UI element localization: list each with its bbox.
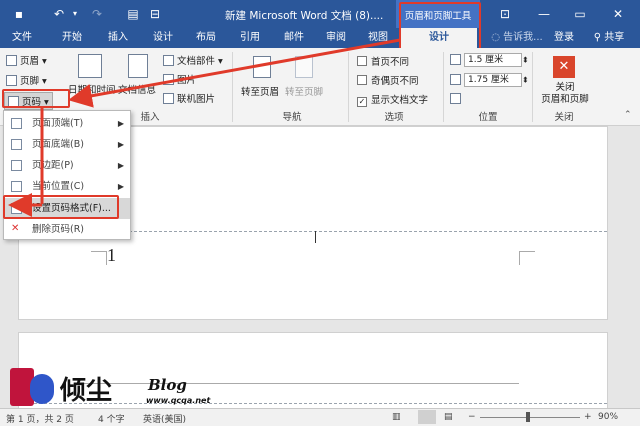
language[interactable]: 英语(美国) xyxy=(143,412,186,425)
status-bar: 第 1 页，共 2 页 4 个字 英语(美国) ▥ ▤ − + 90% xyxy=(0,408,640,426)
zoom-level[interactable]: 90% xyxy=(598,412,618,422)
zoom-slider[interactable] xyxy=(480,417,580,418)
annotation-arrows xyxy=(8,38,401,217)
zoom-in-icon[interactable]: + xyxy=(584,412,592,422)
read-mode-icon[interactable]: ▥ xyxy=(392,412,401,422)
arrow-design-to-page-number xyxy=(68,38,401,108)
web-layout-icon[interactable]: ▤ xyxy=(444,412,453,422)
zoom-out-icon[interactable]: − xyxy=(468,412,476,422)
zoom-slider-thumb[interactable] xyxy=(526,412,530,422)
print-layout-icon[interactable] xyxy=(418,410,436,424)
page-count[interactable]: 第 1 页，共 2 页 xyxy=(6,412,74,425)
word-count[interactable]: 4 个字 xyxy=(98,412,125,425)
